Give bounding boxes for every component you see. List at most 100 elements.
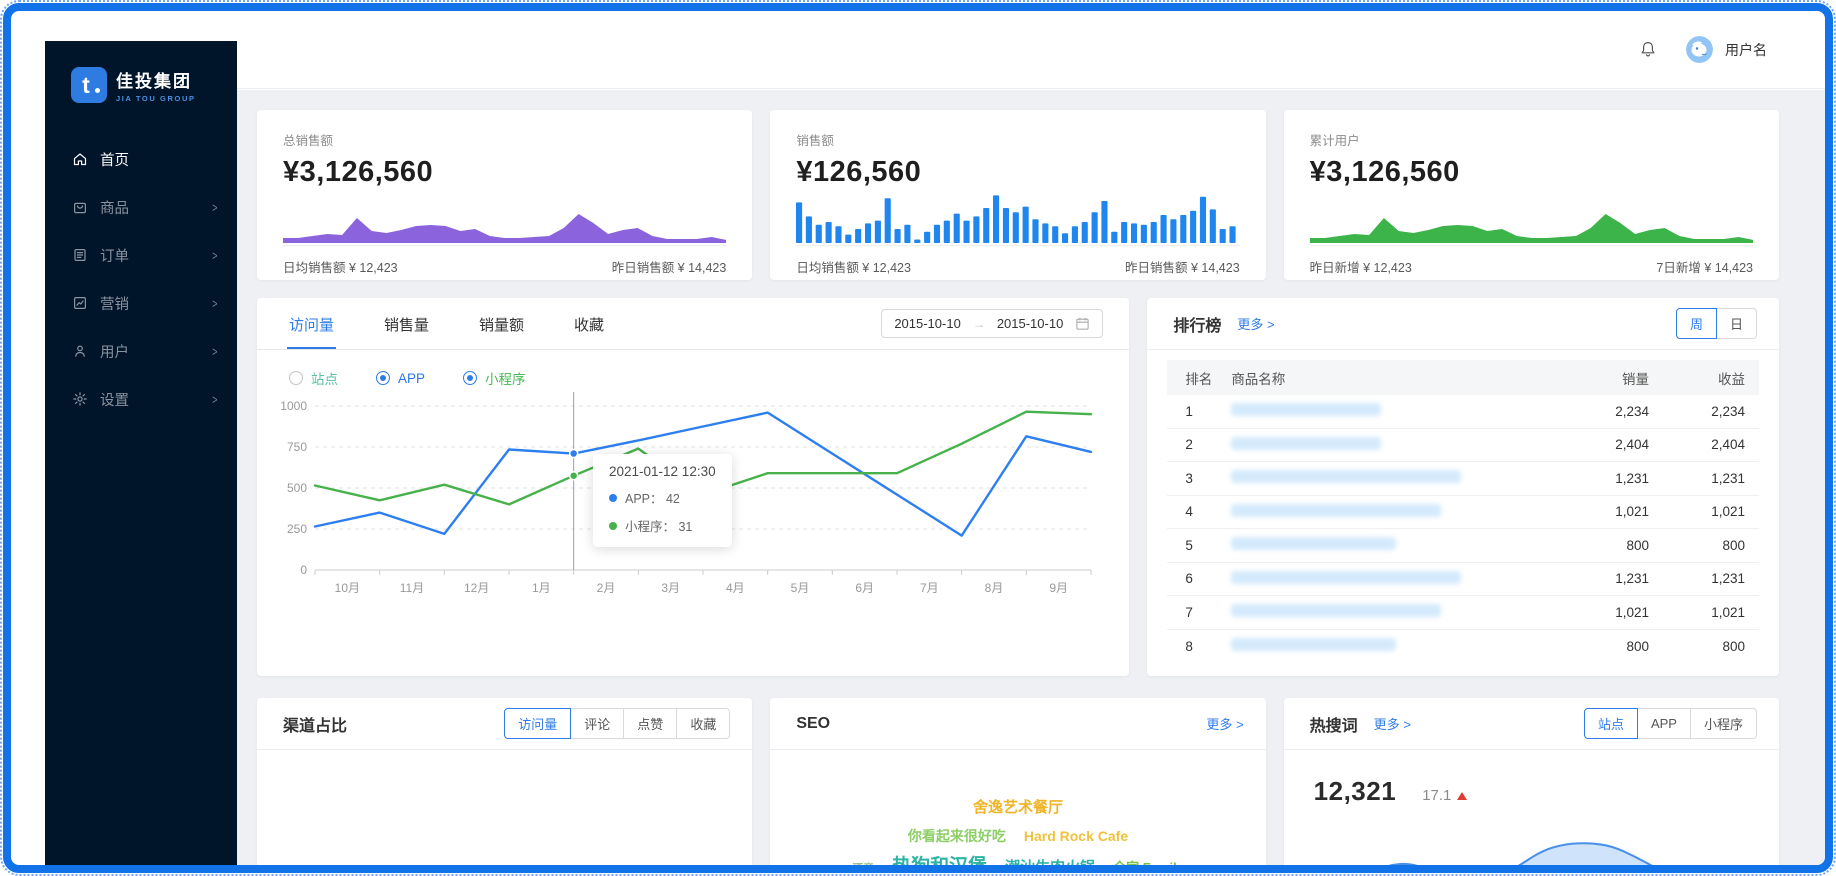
ranking-period-toggle: 周日 (1676, 308, 1757, 339)
stat-cards-row: 总销售额¥3,126,560日均销售额 ¥ 12,423昨日销售额 ¥ 14,4… (257, 110, 1779, 280)
svg-text:6月: 6月 (855, 581, 874, 595)
seo-word[interactable]: 你看起来很好吃 (908, 823, 1006, 850)
ranking-panel: 排行榜 更多 > 周日 排名 商品名称 销量 收益 12,2342,23422,… (1147, 298, 1779, 676)
seo-word[interactable]: Hard Rock Cafe (1024, 823, 1128, 850)
date-range-picker[interactable]: 2015-10-10 → 2015-10-10 (881, 309, 1103, 338)
stat-label: 累计用户 (1310, 130, 1753, 149)
stat-sparkline (1310, 193, 1753, 243)
visits-line-chart[interactable]: 0250500750100010月11月12月1月2月3月4月5月6月7月8月9… (271, 392, 1129, 629)
tab-收藏[interactable]: 收藏 (572, 314, 606, 349)
profit-cell: 1,021 (1649, 504, 1759, 519)
logo-dot (95, 88, 100, 93)
stat-card-3: 累计用户¥3,126,560昨日新增 ¥ 12,4237日新增 ¥ 14,423 (1284, 110, 1779, 280)
table-row: 8800800 (1167, 630, 1759, 664)
hot-search-tab-APP[interactable]: APP (1637, 708, 1691, 739)
hot-search-more-link[interactable]: 更多 > (1374, 714, 1411, 733)
sales-cell: 1,231 (1539, 571, 1649, 586)
svg-text:2月: 2月 (597, 581, 616, 595)
seo-more-link[interactable]: 更多 > (1206, 714, 1243, 733)
product-name-blurred (1231, 638, 1539, 654)
topbar: 用户名 (237, 11, 1825, 89)
logo[interactable]: t 佳投集团 JIA TOU GROUP (45, 41, 237, 113)
sidebar-item-用户[interactable]: 用户> (45, 327, 237, 375)
rank-cell: 6 (1167, 571, 1231, 586)
tab-销量额[interactable]: 销量额 (477, 314, 526, 349)
table-row: 5800800 (1167, 529, 1759, 563)
tab-销售量[interactable]: 销售量 (382, 314, 431, 349)
table-row: 61,2311,231 (1167, 563, 1759, 597)
seo-word[interactable]: 酒意 (852, 859, 874, 865)
series-radio-APP[interactable]: APP (376, 371, 425, 386)
sidebar-item-label: 设置 (100, 389, 129, 410)
notifications-bell-icon[interactable] (1638, 40, 1658, 60)
stat-footer-left: 日均销售额 ¥ 12,423 (283, 257, 398, 276)
seo-word[interactable]: 热狗和汉堡 (892, 849, 987, 865)
series-radio-站点[interactable]: 站点 (289, 368, 338, 388)
avatar[interactable] (1686, 36, 1713, 63)
seo-word[interactable]: 全家 Family (1113, 856, 1184, 865)
series-radio-小程序[interactable]: 小程序 (463, 368, 526, 388)
sales-cell: 1,021 (1539, 605, 1649, 620)
hot-search-tab-小程序[interactable]: 小程序 (1690, 708, 1757, 739)
tab-访问量[interactable]: 访问量 (287, 314, 336, 349)
sales-cell: 800 (1539, 639, 1649, 654)
profit-cell: 2,234 (1649, 404, 1759, 419)
ranking-toggle-周[interactable]: 周 (1676, 308, 1717, 339)
trend-panel: 访问量 销售量 销量额 收藏 2015-10-10 → 2015-10-10 站点 AP… (257, 298, 1129, 676)
sidebar-item-首页[interactable]: 首页 (45, 135, 237, 183)
trend-tabs: 访问量 销售量 销量额 收藏 (287, 314, 606, 349)
ranking-more-link[interactable]: 更多 > (1237, 314, 1274, 333)
channel-tab-评论[interactable]: 评论 (570, 708, 624, 739)
channel-tab-收藏[interactable]: 收藏 (676, 708, 730, 739)
date-arrow-icon: → (973, 317, 985, 331)
table-row: 31,2311,231 (1167, 462, 1759, 496)
seo-word[interactable]: 潮汕牛肉火锅 (1005, 854, 1095, 865)
users-icon (72, 343, 88, 359)
channel-share-panel: 渠道占比 访问量评论点赞收藏 (257, 698, 752, 865)
sidebar-item-label: 商品 (100, 197, 129, 218)
ranking-title: 排行榜 (1173, 312, 1221, 336)
rank-cell: 3 (1167, 471, 1231, 486)
table-row: 12,2342,234 (1167, 395, 1759, 429)
sidebar-item-设置[interactable]: 设置> (45, 375, 237, 423)
product-name-blurred (1231, 403, 1539, 419)
username[interactable]: 用户名 (1725, 40, 1767, 60)
svg-text:4月: 4月 (726, 581, 745, 595)
product-name-blurred (1231, 537, 1539, 553)
series-dot-icon (609, 494, 617, 502)
chart-tooltip: 2021-01-12 12:30 APP： 42小程序： 31 (593, 454, 732, 547)
svg-text:750: 750 (287, 440, 307, 454)
product-name-blurred (1231, 604, 1539, 620)
sidebar-item-label: 订单 (100, 245, 129, 266)
app-frame: t 佳投集团 JIA TOU GROUP 首页商品>订单>营销>用户>设置> 用… (3, 3, 1833, 873)
svg-text:3月: 3月 (661, 581, 680, 595)
date-end: 2015-10-10 (997, 316, 1064, 331)
stat-card-1: 总销售额¥3,126,560日均销售额 ¥ 12,423昨日销售额 ¥ 14,4… (257, 110, 752, 280)
seo-word[interactable]: 舍逸艺术餐厅 (973, 794, 1063, 823)
channel-tab-点赞[interactable]: 点赞 (623, 708, 677, 739)
sales-cell: 1,231 (1539, 471, 1649, 486)
stat-footer-right: 7日新增 ¥ 14,423 (1656, 257, 1753, 276)
tooltip-row: APP： 42 (609, 488, 716, 507)
sidebar-item-订单[interactable]: 订单> (45, 231, 237, 279)
svg-text:11月: 11月 (400, 581, 424, 595)
svg-text:12月: 12月 (464, 581, 489, 595)
svg-text:8月: 8月 (985, 581, 1004, 595)
channel-title: 渠道占比 (283, 712, 347, 736)
rank-cell: 5 (1167, 538, 1231, 553)
brand-title: 佳投集团 (116, 67, 196, 92)
ranking-table-header: 排名 商品名称 销量 收益 (1167, 360, 1759, 395)
goods-icon (72, 199, 88, 215)
svg-text:10月: 10月 (335, 581, 360, 595)
hot-search-tab-站点[interactable]: 站点 (1584, 708, 1638, 739)
svg-text:1月: 1月 (532, 581, 551, 595)
sidebar-item-商品[interactable]: 商品> (45, 183, 237, 231)
trend-up-icon (1457, 792, 1467, 800)
channel-tab-访问量[interactable]: 访问量 (504, 708, 571, 739)
chevron-right-icon: > (213, 296, 218, 311)
table-row: 41,0211,021 (1167, 496, 1759, 530)
sidebar-item-营销[interactable]: 营销> (45, 279, 237, 327)
ranking-toggle-日[interactable]: 日 (1716, 308, 1757, 339)
calendar-icon (1075, 316, 1090, 331)
ranking-table: 排名 商品名称 销量 收益 12,2342,23422,4042,40431,2… (1167, 360, 1759, 663)
